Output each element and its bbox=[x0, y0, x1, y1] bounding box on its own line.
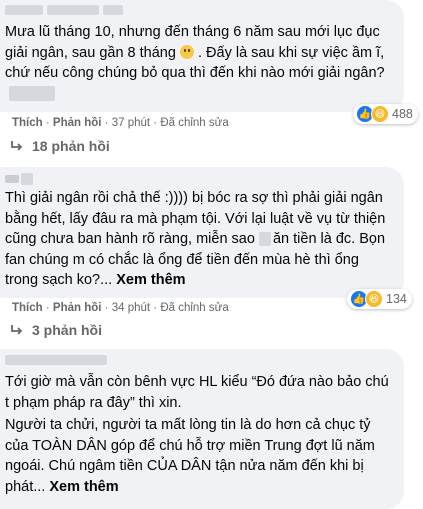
comment-author-name[interactable] bbox=[5, 4, 123, 16]
redacted-author-name bbox=[103, 5, 123, 15]
haha-icon: 😆 bbox=[365, 290, 383, 308]
view-replies-button-2[interactable]: 3 phản hồi bbox=[10, 322, 102, 338]
reaction-count: 488 bbox=[392, 107, 413, 121]
reply-arrow-icon bbox=[11, 325, 23, 335]
comment-text: Tới giờ mà vẫn còn bênh vực HL kiểu “Đó … bbox=[5, 372, 394, 497]
see-more-link[interactable]: Xem thêm bbox=[116, 272, 185, 288]
comment-text: Thì giải ngân rồi chả thế :)))) bị bóc r… bbox=[5, 190, 386, 288]
like-link[interactable]: Thích bbox=[12, 302, 43, 314]
edited-label: Đã chỉnh sửa bbox=[160, 117, 229, 129]
replies-count: 18 phản hồi bbox=[32, 138, 110, 154]
redacted-text bbox=[258, 232, 271, 247]
edited-label: Đã chỉnh sửa bbox=[160, 302, 229, 314]
reaction-count: 134 bbox=[386, 292, 407, 306]
view-replies-button-1[interactable]: 18 phản hồi bbox=[10, 138, 110, 154]
comment-bubble-3: Tới giờ mà vẫn còn bênh vực HL kiểu “Đó … bbox=[0, 349, 404, 509]
see-more-link[interactable]: Xem thêm bbox=[49, 479, 118, 495]
reactions-summary-2[interactable]: 👍 😆 134 bbox=[347, 289, 412, 309]
comment-time[interactable]: 37 phút bbox=[112, 117, 150, 129]
comment-text: Mưa lũ tháng 10, nhưng đến tháng 6 năm s… bbox=[5, 22, 394, 104]
reply-link[interactable]: Phản hồi bbox=[53, 302, 102, 314]
haha-icon: 😆 bbox=[371, 105, 389, 123]
reply-link[interactable]: Phản hồi bbox=[53, 117, 102, 129]
replies-count: 3 phản hồi bbox=[32, 322, 102, 338]
reactions-summary-1[interactable]: 👍 😆 488 bbox=[353, 104, 418, 124]
comment-actions-1: Thích · Phản hồi · 37 phút · Đã chỉnh sử… bbox=[12, 117, 229, 129]
comment-bubble-1: Mưa lũ tháng 10, nhưng đến tháng 6 năm s… bbox=[0, 0, 404, 112]
redacted-author-name bbox=[5, 355, 107, 365]
redacted-author-name bbox=[5, 175, 19, 183]
redacted-author-name bbox=[5, 5, 43, 15]
comment-time[interactable]: 34 phút bbox=[112, 302, 150, 314]
redacted-author-name bbox=[21, 173, 33, 185]
slightly-smiling-face-icon bbox=[179, 44, 194, 59]
comment-bubble-2: Thì giải ngân rồi chả thế :)))) bị bóc r… bbox=[0, 167, 404, 298]
comment-author-name[interactable] bbox=[5, 173, 33, 185]
like-link[interactable]: Thích bbox=[12, 117, 43, 129]
reply-arrow-icon bbox=[11, 141, 23, 151]
comment-paragraph: Tới giờ mà vẫn còn bênh vực HL kiểu “Đó … bbox=[5, 374, 389, 411]
comment-author-name[interactable] bbox=[5, 354, 107, 366]
redacted-author-name bbox=[47, 5, 99, 15]
redacted-text bbox=[9, 86, 55, 102]
comment-actions-2: Thích · Phản hồi · 34 phút · Đã chỉnh sử… bbox=[12, 302, 229, 314]
comment-paragraph: Người ta chửi, người ta mất lòng tin là … bbox=[5, 417, 375, 495]
